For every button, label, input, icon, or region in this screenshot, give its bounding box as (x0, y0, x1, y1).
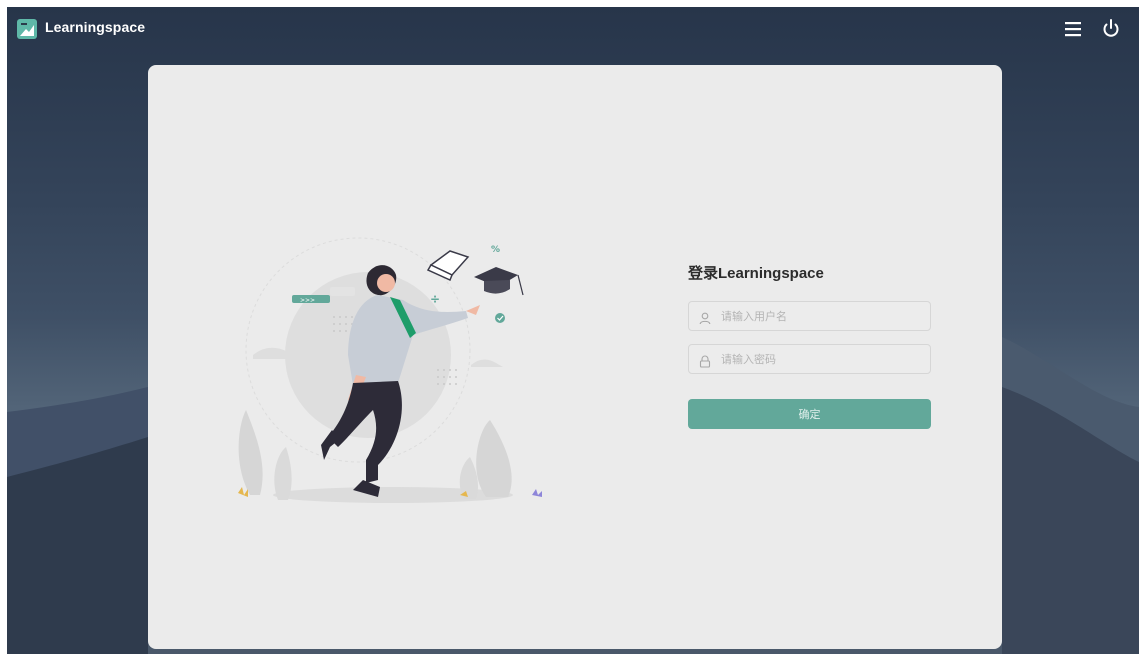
svg-text:%: % (491, 245, 500, 255)
learningspace-logo-icon (17, 19, 37, 39)
login-title: 登录Learningspace (688, 265, 824, 282)
top-bar: Learningspace (7, 7, 1139, 51)
username-field[interactable] (688, 301, 931, 331)
svg-text:÷: ÷ (430, 292, 440, 306)
user-icon (699, 310, 711, 325)
login-card: >>> % ÷ 登录Learningspace 请输入用户名 确定 (148, 65, 1002, 649)
submit-button[interactable]: 确定 (688, 399, 931, 429)
svg-text:>>>: >>> (300, 297, 315, 304)
brand-name: Learningspace (45, 19, 146, 35)
illustration: >>> % ÷ (238, 237, 542, 503)
username-input[interactable] (721, 302, 921, 330)
power-icon[interactable] (1100, 17, 1122, 39)
lock-icon (699, 353, 711, 368)
desktop-wallpaper: Learningspace >>> % ÷ 登录Learningspace 请输… (7, 7, 1139, 654)
menu-icon[interactable] (1063, 18, 1085, 40)
password-input[interactable] (721, 345, 921, 373)
login-form: 登录Learningspace 请输入用户名 确定 (688, 263, 931, 429)
password-field[interactable] (688, 344, 931, 374)
